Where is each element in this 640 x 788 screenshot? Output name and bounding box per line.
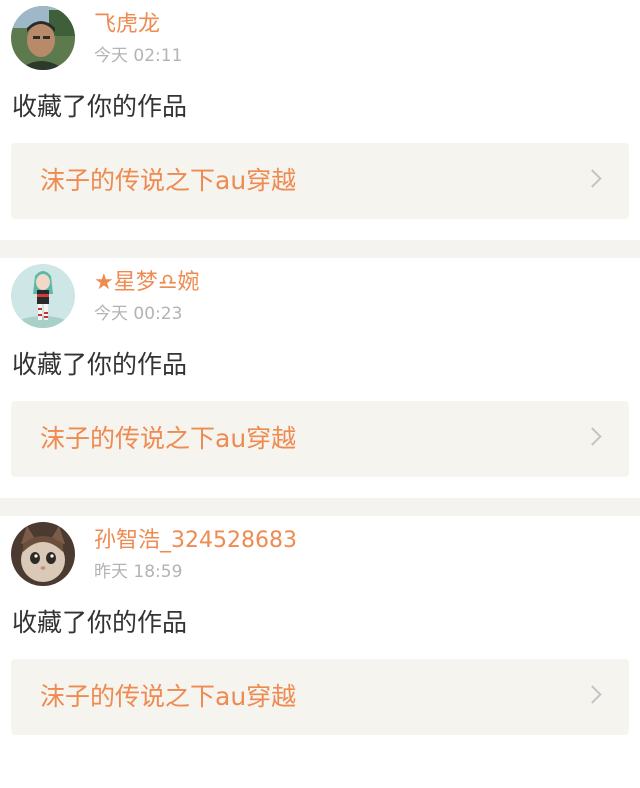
timestamp: 昨天 18:59 [94, 562, 183, 582]
avatar-photo-icon [11, 6, 75, 70]
chevron-right-icon [583, 427, 602, 446]
work-link[interactable]: 沫子的传说之下au穿越 [11, 659, 629, 735]
section-divider [0, 498, 640, 516]
work-title: 沫子的传说之下au穿越 [40, 166, 297, 195]
notification-card: 飞虎龙 今天 02:11 收藏了你的作品 沫子的传说之下au穿越 [0, 0, 640, 240]
notification-feed: 飞虎龙 今天 02:11 收藏了你的作品 沫子的传说之下au穿越 ★星梦♎婉 今… [0, 0, 640, 756]
username[interactable]: 孙智浩_324528683 [94, 527, 297, 555]
action-text: 收藏了你的作品 [12, 608, 188, 637]
username[interactable]: 飞虎龙 [94, 11, 160, 39]
chevron-right-icon [583, 685, 602, 704]
section-divider [0, 240, 640, 258]
work-link[interactable]: 沫子的传说之下au穿越 [11, 143, 629, 219]
work-title: 沫子的传说之下au穿越 [40, 424, 297, 453]
notification-card: 孙智浩_324528683 昨天 18:59 收藏了你的作品 沫子的传说之下au… [0, 516, 640, 756]
avatar-cat-icon [11, 522, 75, 586]
avatar-anime-icon [11, 264, 75, 328]
username[interactable]: ★星梦♎婉 [94, 269, 199, 297]
timestamp: 今天 00:23 [94, 304, 183, 324]
action-text: 收藏了你的作品 [12, 92, 188, 121]
chevron-right-icon [583, 169, 602, 188]
timestamp: 今天 02:11 [94, 46, 183, 66]
work-link[interactable]: 沫子的传说之下au穿越 [11, 401, 629, 477]
user-avatar[interactable] [11, 6, 75, 70]
notification-card: ★星梦♎婉 今天 00:23 收藏了你的作品 沫子的传说之下au穿越 [0, 258, 640, 498]
user-avatar[interactable] [11, 522, 75, 586]
user-avatar[interactable] [11, 264, 75, 328]
work-title: 沫子的传说之下au穿越 [40, 682, 297, 711]
action-text: 收藏了你的作品 [12, 350, 188, 379]
